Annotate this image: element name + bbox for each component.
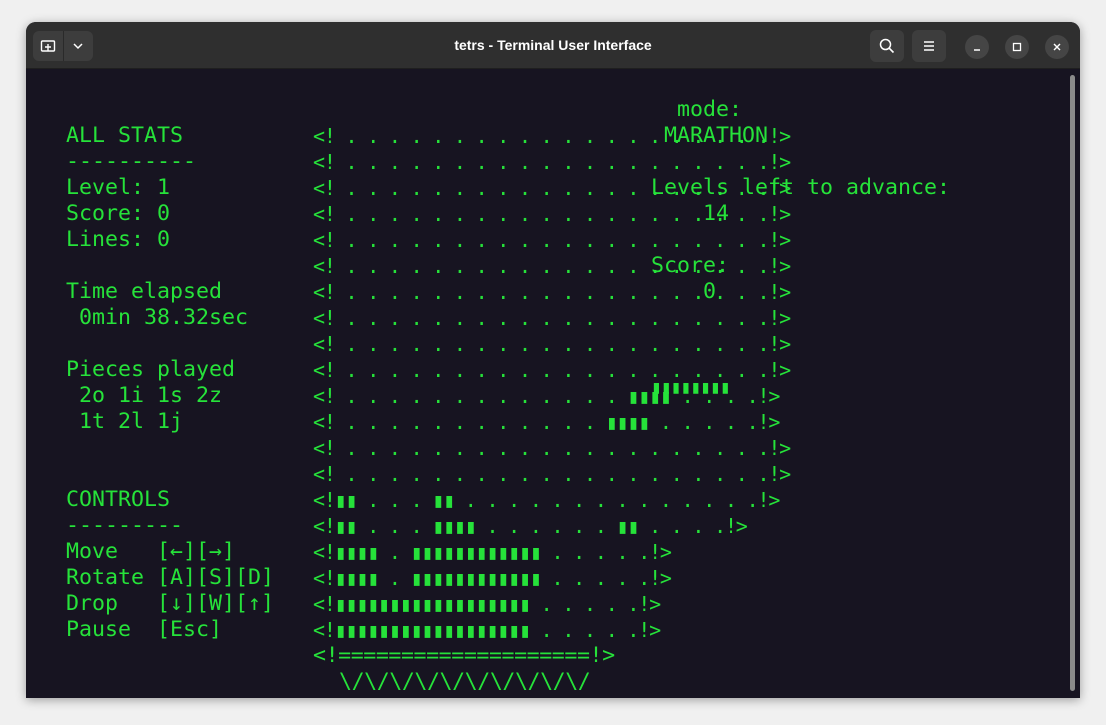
next-piece-preview: ▮▮▮▮▮▮▮▮ xyxy=(651,377,731,398)
minimize-button[interactable] xyxy=(965,35,989,59)
stats-heading: ALL STATS xyxy=(66,123,184,148)
levels-left-label: Levels left to advance: xyxy=(651,175,951,200)
board-row: <!▮▮▮▮▮▮▮▮▮▮▮▮▮▮▮▮▮▮ . . . . .!> xyxy=(313,592,661,616)
control-rotate: Rotate [A][S][D] xyxy=(66,565,275,590)
control-drop: Drop [↓][W][↑] xyxy=(66,591,275,616)
board-row: <! . . . . . . . . . . . . . . . . . . .… xyxy=(313,228,791,252)
stats-lines: Lines: 0 xyxy=(66,227,171,252)
board-row: <! . . . . . . . . . . . . ▮▮▮▮ . . . . … xyxy=(313,410,780,434)
maximize-icon xyxy=(1012,42,1022,52)
mode-label: mode: xyxy=(677,97,743,122)
board-row: <!▮▮▮▮ . ▮▮▮▮▮▮▮▮▮▮▮▮ . . . . .!> xyxy=(313,566,672,590)
board-row: <!▮▮▮▮ . ▮▮▮▮▮▮▮▮▮▮▮▮ . . . . .!> xyxy=(313,540,672,564)
menu-button[interactable] xyxy=(912,30,946,62)
time-elapsed-label: Time elapsed xyxy=(66,279,223,304)
board-row: <! . . . . . . . . . . . . . . . . . . .… xyxy=(313,436,791,460)
board-floor: <!====================!> xyxy=(313,643,615,668)
score-label: Score: xyxy=(651,253,730,278)
minimize-icon xyxy=(974,49,980,51)
board-row: <! . . . . . . . . . . . . . . . . . . .… xyxy=(313,280,791,304)
control-pause: Pause [Esc] xyxy=(66,617,223,642)
board-base: \/\/\/\/\/\/\/\/\/\/ xyxy=(339,669,591,694)
controls-heading: CONTROLS xyxy=(66,487,171,512)
terminal-scrollbar[interactable] xyxy=(1070,75,1075,691)
pieces-played-label: Pieces played xyxy=(66,357,236,382)
controls-rule: --------- xyxy=(66,513,184,538)
close-icon xyxy=(1053,43,1061,51)
board-row: <! . . . . . . . . . . . . . . . . . . .… xyxy=(313,462,791,486)
hamburger-menu-icon xyxy=(924,41,934,51)
time-elapsed-value: 0min 38.32sec xyxy=(66,305,249,330)
board-row: <!▮▮ . . . ▮▮ . . . . . . . . . . . . . … xyxy=(313,488,780,512)
stats-score: Score: 0 xyxy=(66,201,171,226)
board-row: <!▮▮▮▮▮▮▮▮▮▮▮▮▮▮▮▮▮▮ . . . . .!> xyxy=(313,618,661,642)
board-row: <!▮▮ . . . ▮▮▮▮ . . . . . . ▮▮ . . . .!> xyxy=(313,514,748,538)
mode-value: MARATHON xyxy=(664,123,769,148)
board-row: <! . . . . . . . . . . . . . . . . . . .… xyxy=(313,150,791,174)
search-button[interactable] xyxy=(870,30,904,62)
pieces-played-row2: 1t 2l 1j xyxy=(66,409,184,434)
stats-rule: ---------- xyxy=(66,149,197,174)
stats-level: Level: 1 xyxy=(66,175,171,200)
pieces-played-row1: 2o 1i 1s 2z xyxy=(66,383,223,408)
terminal-window: tetrs - Terminal User Interface ALL STAT… xyxy=(26,22,1080,698)
levels-left-value: 14 xyxy=(703,201,730,226)
maximize-button[interactable] xyxy=(1005,35,1029,59)
close-button[interactable] xyxy=(1045,35,1069,59)
terminal-area[interactable]: ALL STATS ---------- Level: 1 Score: 0 L… xyxy=(26,69,1080,698)
control-move: Move [←][→] xyxy=(66,539,236,564)
board-row: <! . . . . . . . . . . . . . . . . . . .… xyxy=(313,332,791,356)
title-bar: tetrs - Terminal User Interface xyxy=(26,22,1080,69)
board-row: <! . . . . . . . . . . . . . . . . . . .… xyxy=(313,306,791,330)
score-value: 0 xyxy=(703,279,717,304)
search-icon xyxy=(879,38,895,54)
